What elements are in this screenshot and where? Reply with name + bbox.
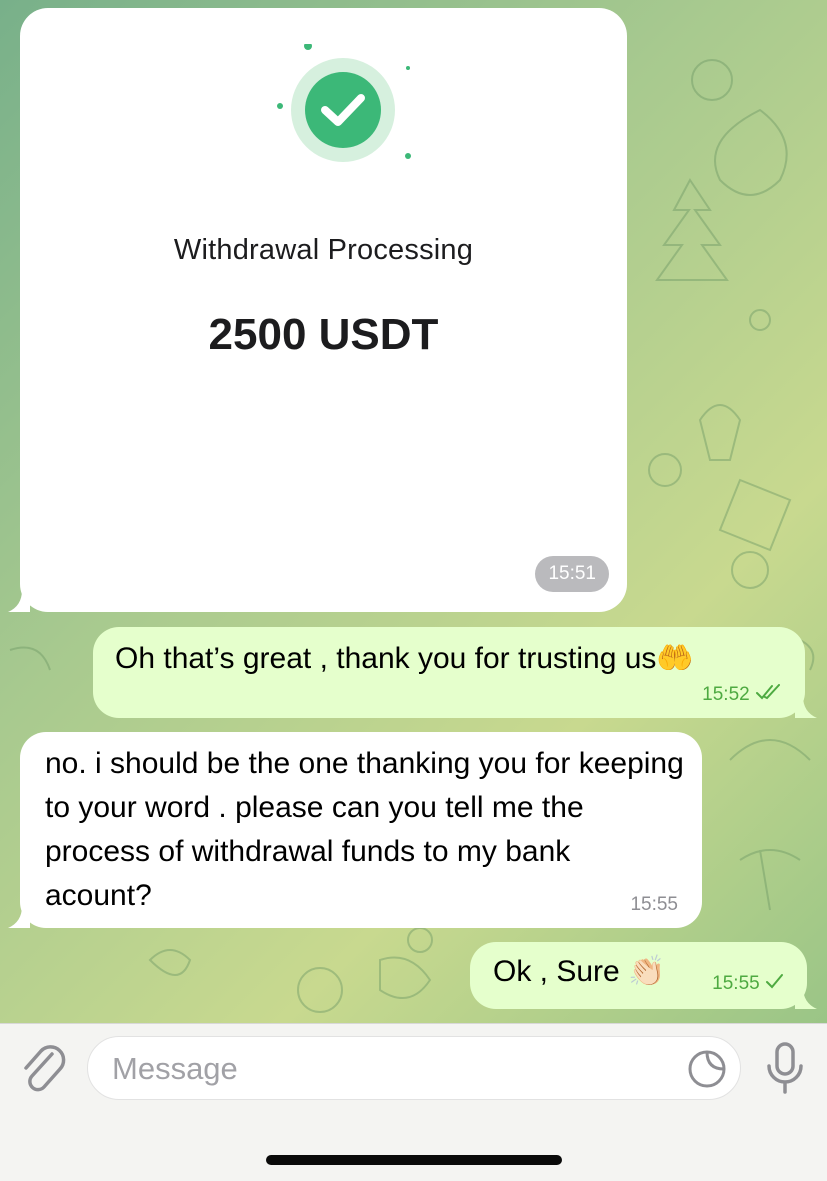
withdrawal-amount: 2500 USDT <box>208 310 439 359</box>
message-text: Ok , Sure 👏🏻 <box>493 955 666 988</box>
paperclip-icon[interactable] <box>18 1040 68 1096</box>
clapping-hands-emoji: 👏🏻 <box>628 955 666 988</box>
message-text: Oh that’s great , thank you for trusting… <box>115 642 694 675</box>
outgoing-message[interactable]: Ok , Sure 👏🏻 15:55 <box>470 942 807 1009</box>
success-check-icon <box>277 44 411 162</box>
sticker-icon[interactable] <box>686 1048 728 1090</box>
withdrawal-title: Withdrawal Processing <box>173 234 474 266</box>
message-time: 15:51 <box>535 556 609 592</box>
message-meta: 15:55 <box>712 973 783 995</box>
bubble-tail <box>795 696 817 718</box>
outgoing-message[interactable]: Oh that’s great , thank you for trusting… <box>93 627 805 718</box>
double-check-icon <box>756 684 780 700</box>
image-message[interactable]: Withdrawal Processing 2500 USDT 15:51 <box>20 8 627 612</box>
bubble-tail <box>8 906 30 928</box>
message-input[interactable]: Message <box>87 1036 741 1100</box>
message-time: 15:52 <box>702 684 750 705</box>
message-time: 15:55 <box>630 894 678 915</box>
message-placeholder: Message <box>112 1051 238 1086</box>
open-hands-emoji: 🤲 <box>656 642 694 675</box>
message-text: no. i should be the one thanking you for… <box>45 747 684 912</box>
microphone-icon[interactable] <box>762 1040 808 1096</box>
message-meta: 15:52 <box>702 684 781 706</box>
message-time: 15:55 <box>712 973 760 994</box>
home-indicator <box>266 1155 562 1165</box>
bubble-tail <box>8 590 30 612</box>
incoming-message[interactable]: no. i should be the one thanking you for… <box>20 732 702 928</box>
single-check-icon <box>766 974 783 989</box>
bubble-tail <box>795 987 817 1009</box>
